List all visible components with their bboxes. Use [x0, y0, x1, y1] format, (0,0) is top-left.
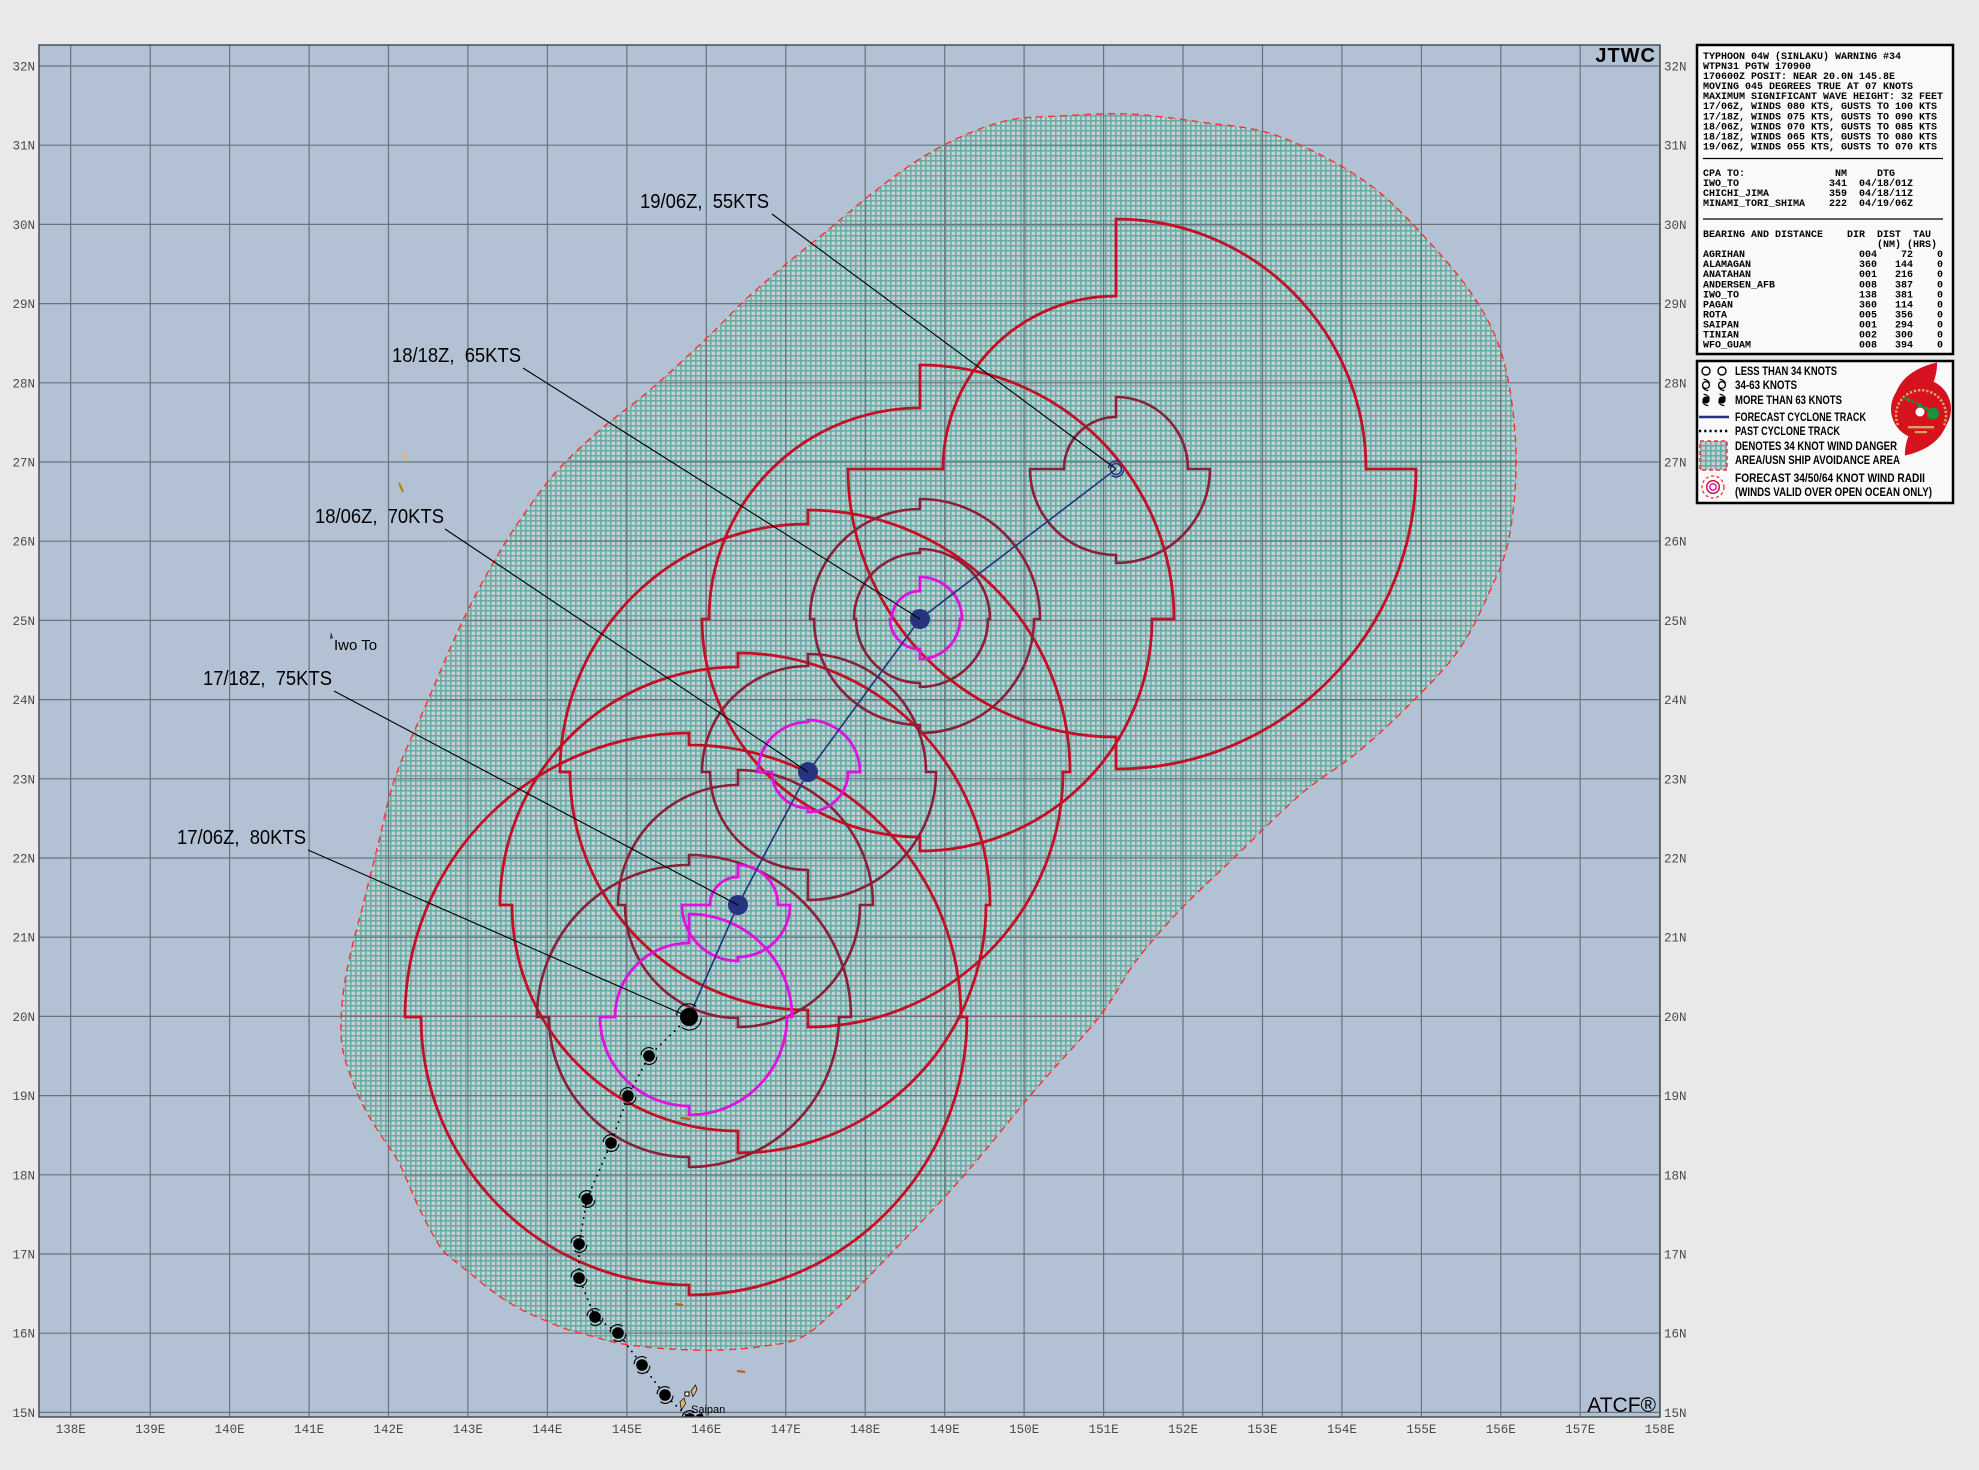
svg-text:17/06Z, 80KTS: 17/06Z, 80KTS [177, 827, 306, 849]
svg-text:20N: 20N [12, 1011, 35, 1025]
svg-text:ATCF®: ATCF® [1587, 1394, 1656, 1417]
svg-text:152E: 152E [1168, 1423, 1198, 1437]
svg-text:DENOTES 34 KNOT WIND DANGER: DENOTES 34 KNOT WIND DANGER [1735, 439, 1897, 453]
svg-text:151E: 151E [1089, 1423, 1119, 1437]
svg-text:24N: 24N [12, 694, 35, 708]
svg-text:148E: 148E [850, 1423, 880, 1437]
svg-text:27N: 27N [1664, 457, 1687, 471]
svg-text:23N: 23N [12, 773, 35, 787]
svg-text:PAST CYCLONE TRACK: PAST CYCLONE TRACK [1735, 424, 1840, 438]
svg-text:20N: 20N [1664, 1011, 1687, 1025]
svg-text:19N: 19N [12, 1090, 35, 1104]
svg-text:22N: 22N [12, 853, 35, 867]
svg-text:138E: 138E [56, 1423, 86, 1437]
svg-text:MINAMI_TORI_SHIMA 222 04/1: MINAMI_TORI_SHIMA 222 04/19/06Z [1703, 198, 1913, 210]
svg-text:WFO_GUAM 008: WFO_GUAM 008 394 0 [1703, 341, 1943, 352]
svg-text:25N: 25N [1664, 615, 1687, 629]
svg-text:157E: 157E [1565, 1423, 1595, 1437]
svg-text:19/06Z, 55KTS: 19/06Z, 55KTS [640, 191, 769, 213]
svg-text:31N: 31N [1664, 140, 1687, 154]
svg-text:139E: 139E [135, 1423, 165, 1437]
svg-text:16N: 16N [12, 1328, 35, 1342]
svg-text:145E: 145E [612, 1423, 642, 1437]
svg-text:18N: 18N [12, 1169, 35, 1183]
svg-text:FORECAST CYCLONE TRACK: FORECAST CYCLONE TRACK [1735, 410, 1866, 424]
svg-text:155E: 155E [1406, 1423, 1436, 1437]
svg-text:18/06Z, 70KTS: 18/06Z, 70KTS [315, 506, 444, 528]
svg-text:25N: 25N [12, 615, 35, 629]
svg-text:153E: 153E [1247, 1423, 1277, 1437]
svg-text:16N: 16N [1664, 1328, 1687, 1342]
svg-text:150E: 150E [1009, 1423, 1039, 1437]
svg-text:19/06Z, WINDS 055 KTS, GUSTS T: 19/06Z, WINDS 055 KTS, GUSTS TO 070 KTS [1703, 142, 1937, 154]
svg-text:21N: 21N [12, 932, 35, 946]
svg-text:32N: 32N [1664, 61, 1687, 75]
svg-text:28N: 28N [12, 377, 35, 391]
svg-text:154E: 154E [1327, 1423, 1357, 1437]
svg-text:FORECAST 34/50/64 KNOT WIND RA: FORECAST 34/50/64 KNOT WIND RADII [1735, 471, 1925, 485]
svg-text:Saipan: Saipan [691, 1404, 725, 1416]
svg-text:LESS THAN 34 KNOTS: LESS THAN 34 KNOTS [1735, 364, 1837, 378]
svg-text:141E: 141E [294, 1423, 324, 1437]
svg-text:26N: 26N [1664, 536, 1687, 550]
svg-text:32N: 32N [12, 61, 35, 75]
svg-text:156E: 156E [1486, 1423, 1516, 1437]
svg-text:MORE THAN 63 KNOTS: MORE THAN 63 KNOTS [1735, 393, 1842, 407]
svg-text:140E: 140E [215, 1423, 245, 1437]
svg-text:158E: 158E [1645, 1423, 1675, 1437]
svg-text:147E: 147E [771, 1423, 801, 1437]
svg-text:29N: 29N [12, 298, 35, 312]
svg-text:Iwo To: Iwo To [334, 637, 377, 654]
svg-text:19N: 19N [1664, 1090, 1687, 1104]
svg-text:15N: 15N [1664, 1407, 1687, 1421]
svg-text:(WINDS VALID OVER OPEN OCEAN O: (WINDS VALID OVER OPEN OCEAN ONLY) [1735, 485, 1932, 499]
svg-text:144E: 144E [532, 1423, 562, 1437]
svg-text:27N: 27N [12, 457, 35, 471]
svg-text:17N: 17N [12, 1249, 35, 1263]
svg-text:28N: 28N [1664, 377, 1687, 391]
svg-text:23N: 23N [1664, 773, 1687, 787]
svg-text:22N: 22N [1664, 853, 1687, 867]
svg-text:31N: 31N [12, 140, 35, 154]
svg-text:30N: 30N [1664, 219, 1687, 233]
svg-text:18/18Z, 65KTS: 18/18Z, 65KTS [392, 345, 521, 367]
svg-text:30N: 30N [12, 219, 35, 233]
svg-text:26N: 26N [12, 536, 35, 550]
svg-text:29N: 29N [1664, 298, 1687, 312]
svg-text:143E: 143E [453, 1423, 483, 1437]
svg-text:149E: 149E [930, 1423, 960, 1437]
svg-text:AREA/USN SHIP AVOIDANCE AREA: AREA/USN SHIP AVOIDANCE AREA [1735, 453, 1900, 467]
svg-text:JTWC: JTWC [1595, 45, 1656, 67]
svg-text:24N: 24N [1664, 694, 1687, 708]
svg-text:17N: 17N [1664, 1249, 1687, 1263]
svg-text:142E: 142E [373, 1423, 403, 1437]
svg-text:21N: 21N [1664, 932, 1687, 946]
svg-text:34-63 KNOTS: 34-63 KNOTS [1735, 378, 1797, 392]
svg-text:15N: 15N [12, 1407, 35, 1421]
svg-text:146E: 146E [691, 1423, 721, 1437]
svg-text:17/18Z, 75KTS: 17/18Z, 75KTS [203, 668, 332, 690]
svg-text:18N: 18N [1664, 1169, 1687, 1183]
